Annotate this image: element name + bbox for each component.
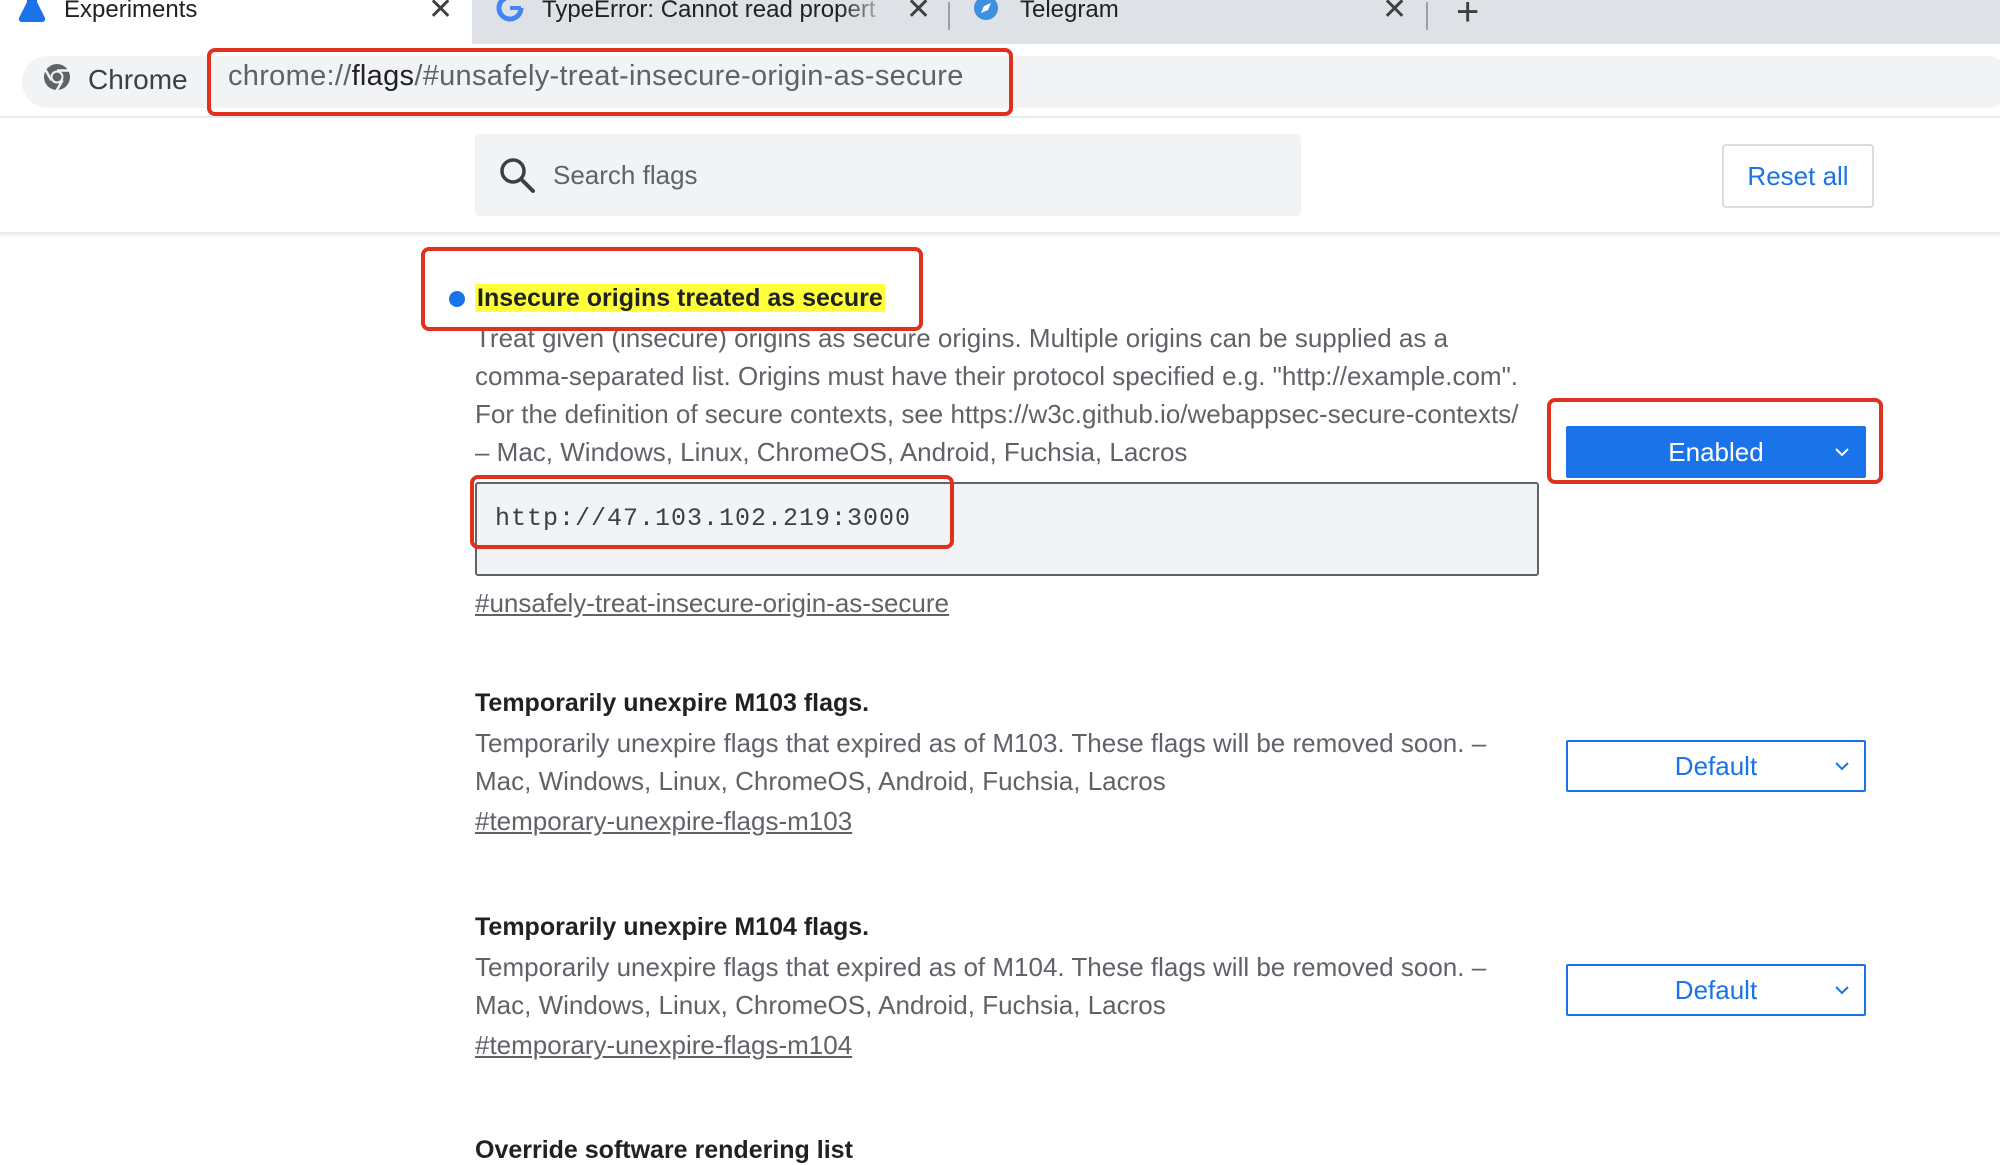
tab-strip: Experiments ✕ TypeError: Cannot read pro… xyxy=(0,0,2000,44)
experiment-override-software-rendering: Override software rendering list xyxy=(475,1135,1875,1165)
modified-indicator-icon xyxy=(449,291,465,307)
experiment-state-select[interactable]: Default xyxy=(1566,740,1866,792)
chevron-down-icon xyxy=(1835,762,1849,771)
new-tab-button[interactable]: + xyxy=(1456,0,1479,32)
url-path: /#unsafely-treat-insecure-origin-as-secu… xyxy=(414,60,964,92)
tab-separator xyxy=(948,2,950,30)
experiment-title-text: Insecure origins treated as secure xyxy=(475,284,885,312)
search-icon xyxy=(500,158,535,193)
select-value: Default xyxy=(1674,974,1758,1005)
tab-title: Telegram xyxy=(1020,0,1119,23)
experiment-title: Override software rendering list xyxy=(475,1136,853,1164)
chrome-icon xyxy=(42,62,72,97)
experiment-title: Temporarily unexpire M104 flags. xyxy=(475,913,870,941)
chrome-chip-label: Chrome xyxy=(88,63,188,95)
close-icon[interactable]: ✕ xyxy=(428,0,453,26)
experiment-title: Insecure origins treated as secure xyxy=(475,283,1875,313)
url-host: flags xyxy=(351,60,415,92)
origins-value: http://47.103.102.219:3000 xyxy=(495,504,912,533)
experiment-description: Treat given (insecure) origins as secure… xyxy=(475,323,1519,467)
experiment-title: Temporarily unexpire M103 flags. xyxy=(475,689,870,717)
search-box[interactable] xyxy=(475,134,1301,216)
reset-all-button[interactable]: Reset all xyxy=(1722,144,1874,208)
tab-separator xyxy=(1426,2,1428,30)
experiment-link[interactable]: #temporary-unexpire-flags-m104 xyxy=(475,1030,852,1061)
tab-title: TypeError: Cannot read propert xyxy=(542,0,876,23)
search-input[interactable] xyxy=(551,158,1251,192)
tab-telegram[interactable]: Telegram ✕ xyxy=(952,0,1424,44)
url-text[interactable]: chrome://flags/#unsafely-treat-insecure-… xyxy=(228,60,964,93)
experiment-description: Temporarily unexpire flags that expired … xyxy=(475,728,1487,796)
chevron-down-icon xyxy=(1835,986,1849,995)
experiment-state-select[interactable]: Enabled xyxy=(1566,426,1866,478)
tab-experiments[interactable]: Experiments ✕ xyxy=(0,0,472,44)
flask-icon xyxy=(18,0,46,29)
experiment-link[interactable]: #unsafely-treat-insecure-origin-as-secur… xyxy=(475,588,949,619)
tab-title: Experiments xyxy=(64,0,198,23)
origins-textarea[interactable]: http://47.103.102.219:3000 xyxy=(475,482,1539,576)
close-icon[interactable]: ✕ xyxy=(1382,0,1407,26)
url-scheme: chrome:// xyxy=(228,60,352,92)
chevron-down-icon xyxy=(1835,448,1849,457)
experiment-link[interactable]: #temporary-unexpire-flags-m103 xyxy=(475,806,852,837)
experiment-description: Temporarily unexpire flags that expired … xyxy=(475,952,1487,1020)
flags-header: Reset all xyxy=(0,120,2000,234)
select-value: Default xyxy=(1674,750,1758,781)
google-icon xyxy=(496,0,524,29)
compass-icon xyxy=(972,0,1000,29)
close-icon[interactable]: ✕ xyxy=(906,0,931,26)
experiment-state-select[interactable]: Default xyxy=(1566,964,1866,1016)
select-value: Enabled xyxy=(1668,436,1764,467)
tab-typeerror[interactable]: TypeError: Cannot read propert ✕ xyxy=(476,0,946,44)
site-info-chip[interactable]: Chrome xyxy=(42,62,188,97)
